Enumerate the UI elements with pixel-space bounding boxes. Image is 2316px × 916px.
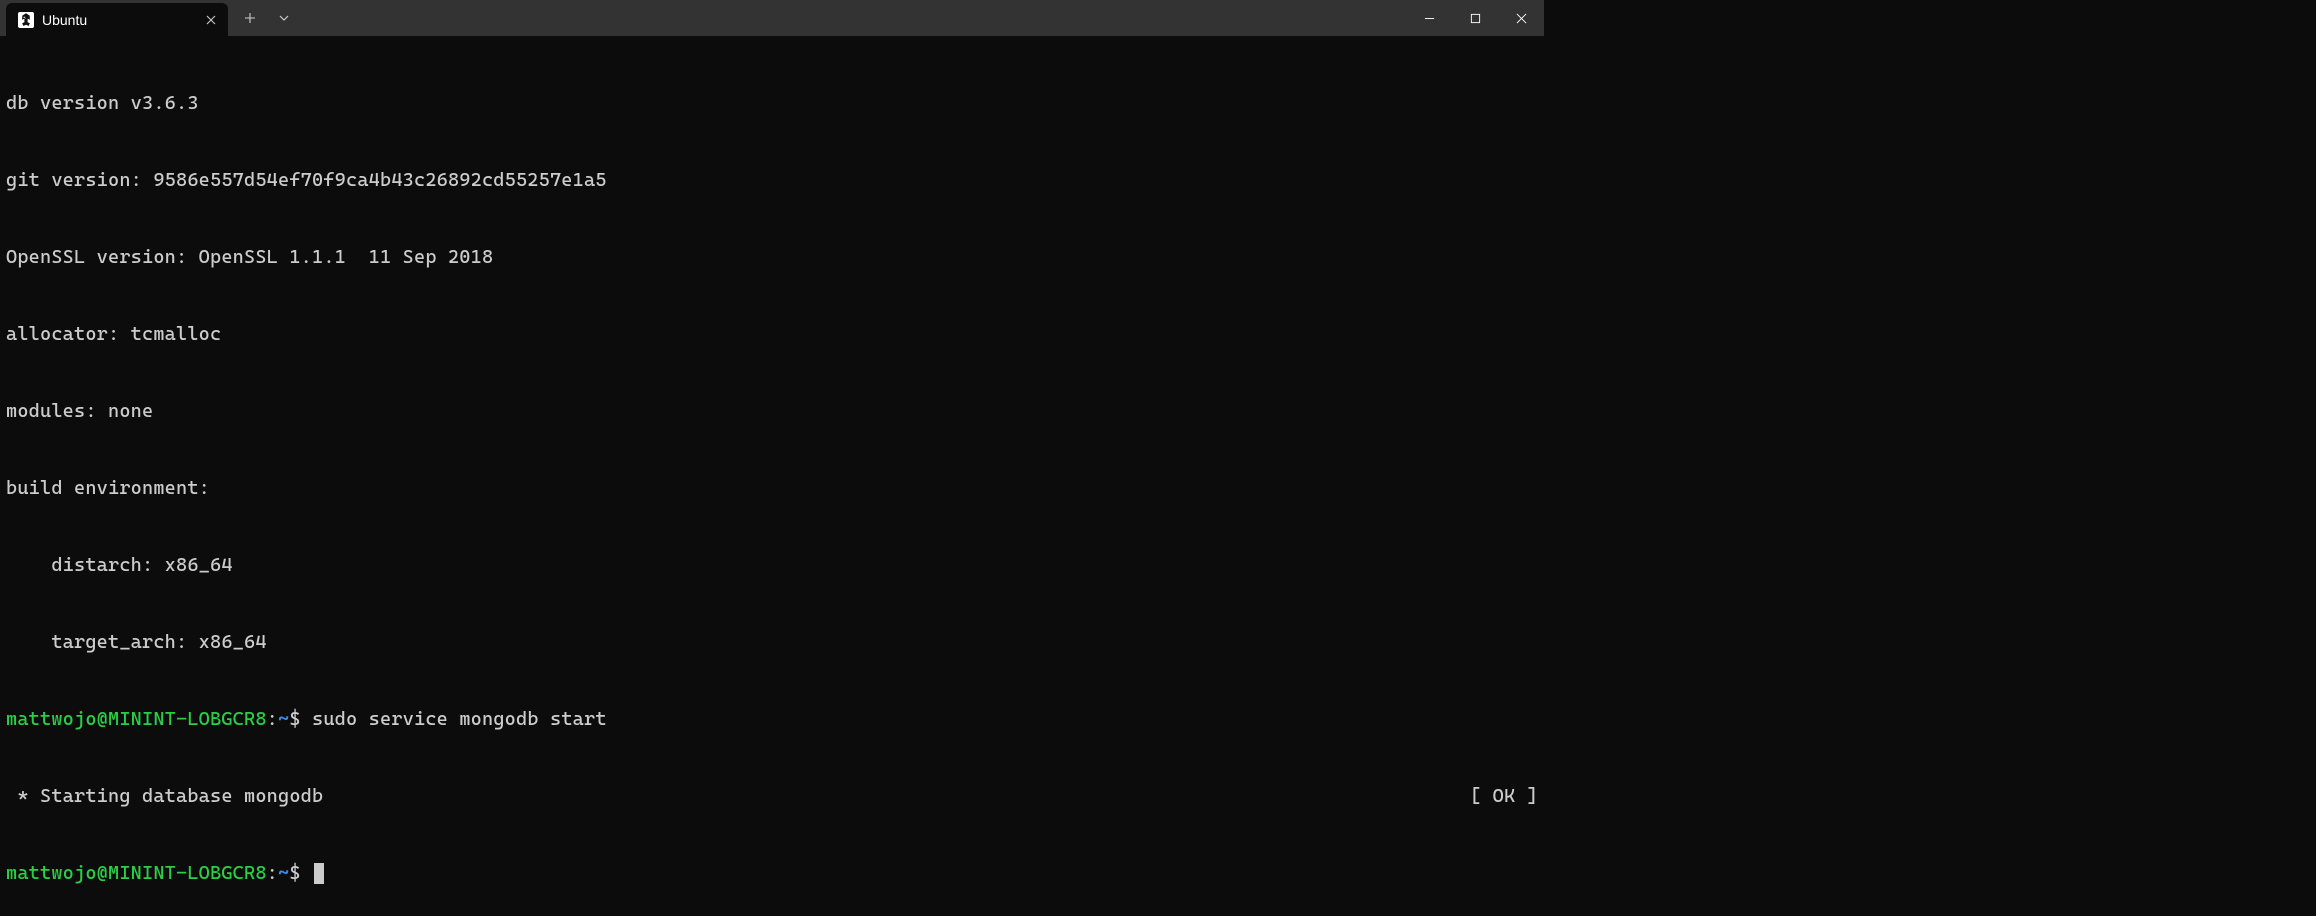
plus-icon [244, 12, 256, 24]
tab-title: Ubuntu [42, 12, 194, 28]
minimize-button[interactable] [1406, 0, 1452, 36]
service-message: * Starting database mongodb [6, 784, 323, 810]
maximize-button[interactable] [1452, 0, 1498, 36]
command-text: sudo service mongodb start [312, 708, 607, 730]
prompt-line: mattwojo@MININT-LOBGCR8:~$ [6, 861, 1538, 887]
prompt-dollar: $ [289, 708, 312, 730]
terminal-body[interactable]: db version v3.6.3 git version: 9586e557d… [0, 36, 1544, 916]
window-controls [1406, 0, 1544, 36]
output-line: git version: 9586e557d54ef70f9ca4b43c268… [6, 168, 1538, 194]
prompt-userhost: mattwojo@MININT-LOBGCR8 [6, 708, 267, 730]
tab-ubuntu[interactable]: Ubuntu [6, 3, 228, 36]
ubuntu-icon [18, 12, 34, 28]
output-line: target_arch: x86_64 [6, 630, 1538, 656]
cursor [314, 863, 324, 884]
chevron-down-icon [278, 12, 290, 24]
output-line: OpenSSL version: OpenSSL 1.1.1 11 Sep 20… [6, 245, 1538, 271]
prompt-userhost: mattwojo@MININT-LOBGCR8 [6, 862, 267, 884]
maximize-icon [1470, 13, 1481, 24]
output-line: modules: none [6, 399, 1538, 425]
new-tab-button[interactable] [236, 4, 264, 32]
output-line: build environment: [6, 476, 1538, 502]
prompt-line: mattwojo@MININT-LOBGCR8:~$ sudo service … [6, 707, 1538, 733]
tab-close-button[interactable] [202, 11, 220, 29]
output-line: allocator: tcmalloc [6, 322, 1538, 348]
tab-actions [228, 0, 298, 36]
prompt-colon: : [267, 862, 278, 884]
prompt-path: ~ [278, 708, 289, 730]
minimize-icon [1424, 13, 1435, 24]
output-line: distarch: x86_64 [6, 553, 1538, 579]
prompt-dollar: $ [289, 862, 312, 884]
titlebar-drag-area[interactable] [298, 0, 1406, 36]
service-status-line: * Starting database mongodb [ OK ] [6, 784, 1538, 810]
output-line: db version v3.6.3 [6, 91, 1538, 117]
titlebar: Ubuntu [0, 0, 1544, 36]
service-status: [ OK ] [1470, 784, 1538, 810]
prompt-colon: : [267, 708, 278, 730]
close-icon [1516, 13, 1527, 24]
close-icon [206, 15, 216, 25]
tab-dropdown-button[interactable] [270, 4, 298, 32]
window-close-button[interactable] [1498, 0, 1544, 36]
prompt-path: ~ [278, 862, 289, 884]
